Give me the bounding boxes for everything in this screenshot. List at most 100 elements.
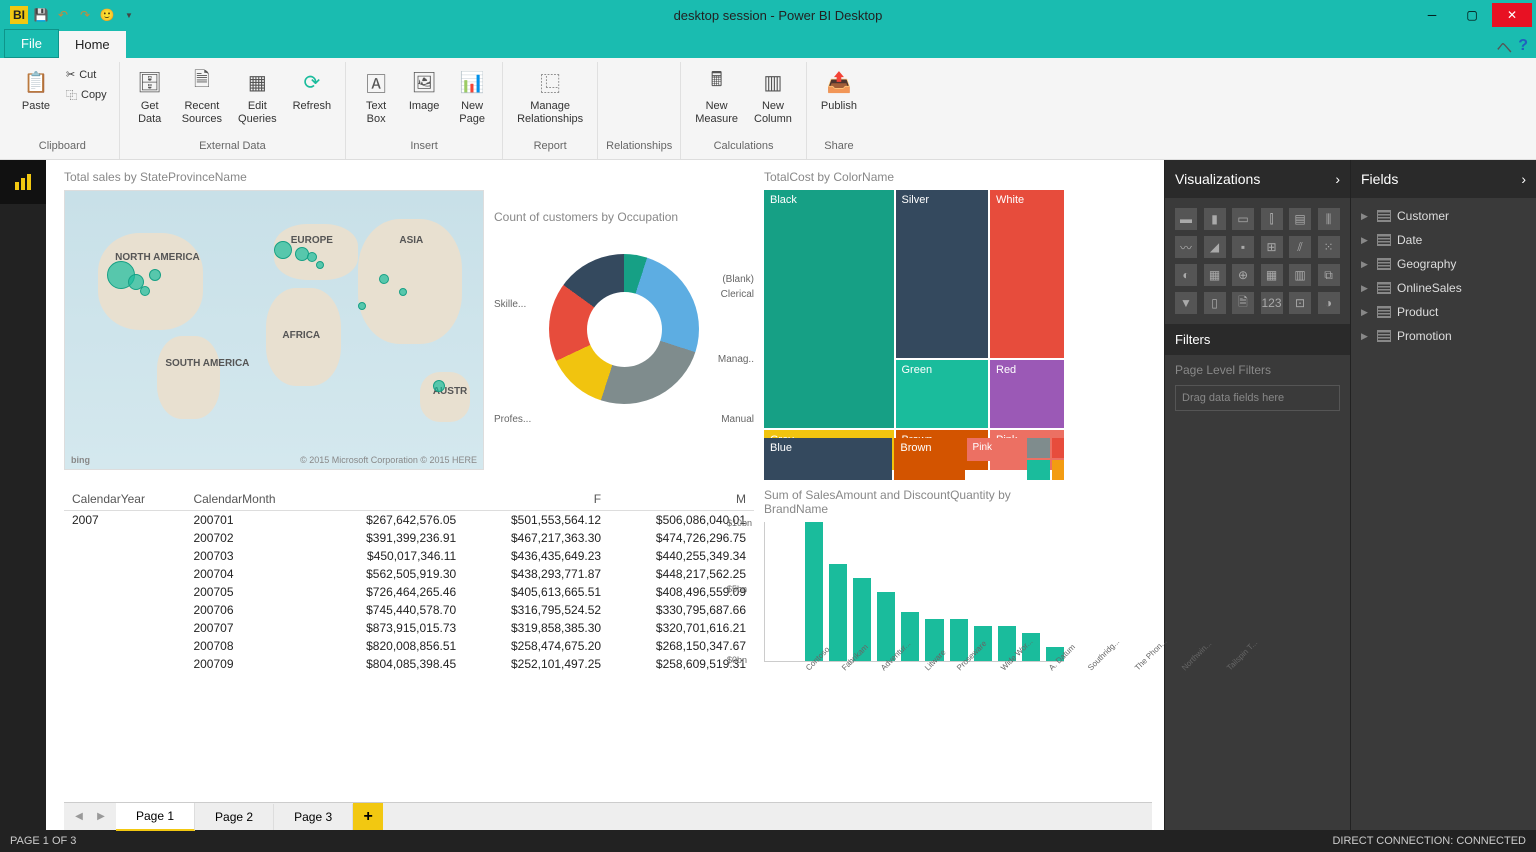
- viz-clustered-column[interactable]: ▮: [1204, 208, 1226, 230]
- filter-drop-zone[interactable]: Drag data fields here: [1175, 385, 1340, 411]
- viz-stacked-column[interactable]: ▭: [1232, 208, 1254, 230]
- report-canvas[interactable]: Total sales by StateProvinceName NORTH A…: [46, 160, 1164, 830]
- col-m[interactable]: M: [609, 488, 754, 511]
- close-button[interactable]: ✕: [1492, 3, 1532, 27]
- table-row[interactable]: 200706$745,440,578.70$316,795,524.52$330…: [64, 601, 754, 619]
- viz-filled-map[interactable]: ▦: [1261, 264, 1283, 286]
- fields-list: ▶Customer▶Date▶Geography▶OnlineSales▶Pro…: [1351, 198, 1536, 354]
- viz-gauge[interactable]: ▯: [1204, 292, 1226, 314]
- qat-dropdown-icon[interactable]: ▼: [120, 6, 138, 24]
- publish-button[interactable]: 📤Publish: [815, 62, 863, 117]
- page-tab-2[interactable]: Page 2: [195, 804, 274, 830]
- viz-stacked-bar[interactable]: ▬: [1175, 208, 1197, 230]
- smiley-icon[interactable]: 🙂: [98, 6, 116, 24]
- viz-line[interactable]: 〰: [1175, 236, 1197, 258]
- minimize-button[interactable]: ─: [1412, 3, 1452, 27]
- treemap-visual: Black Silver White Grey Green Red Brown …: [764, 190, 1064, 470]
- viz-scatter[interactable]: ⁙: [1318, 236, 1340, 258]
- page-tab-3[interactable]: Page 3: [274, 804, 353, 830]
- col-blank[interactable]: [319, 488, 464, 511]
- relationships-icon: ⿺: [534, 66, 566, 98]
- bar-title: Sum of SalesAmount and DiscountQuantity …: [764, 488, 1064, 516]
- viz-clustered-bar[interactable]: ⫿: [1261, 208, 1283, 230]
- page-prev-button[interactable]: ◀: [68, 806, 90, 828]
- bar[interactable]: [805, 522, 823, 661]
- ribbon-group-insert: 🄰Text Box 🖼Image 📊New Page Insert: [346, 62, 503, 159]
- viz-area[interactable]: ◢: [1204, 236, 1226, 258]
- viz-100-stacked-bar[interactable]: ▤: [1289, 208, 1311, 230]
- table-row[interactable]: 200703$450,017,346.11$436,435,649.23$440…: [64, 547, 754, 565]
- redo-icon[interactable]: ↷: [76, 6, 94, 24]
- add-page-button[interactable]: +: [353, 803, 383, 830]
- viz-100-stacked-column[interactable]: ⫼: [1318, 208, 1340, 230]
- treemap-chart[interactable]: TotalCost by ColorName Black Silver Whit…: [764, 170, 1064, 480]
- table-row[interactable]: 200707$873,915,015.73$319,858,385.30$320…: [64, 619, 754, 637]
- viz-multi-card[interactable]: 123: [1261, 292, 1283, 314]
- table-row[interactable]: 200709$804,085,398.45$252,101,497.25$258…: [64, 655, 754, 673]
- recent-sources-button[interactable]: 🗎Recent Sources: [176, 62, 228, 130]
- data-table[interactable]: CalendarYear CalendarMonth F M 200720070…: [64, 488, 754, 698]
- text-box-button[interactable]: 🄰Text Box: [354, 62, 398, 130]
- table-row[interactable]: 200702$391,399,236.91$467,217,363.30$474…: [64, 529, 754, 547]
- edit-queries-button[interactable]: ▦Edit Queries: [232, 62, 283, 130]
- cut-button[interactable]: ✂Cut: [62, 66, 111, 83]
- table-row[interactable]: 200705$726,464,265.46$405,613,665.51$408…: [64, 583, 754, 601]
- file-tab[interactable]: File: [4, 29, 59, 58]
- field-date[interactable]: ▶Date: [1351, 228, 1536, 252]
- viz-pie[interactable]: ◐: [1175, 264, 1197, 286]
- new-column-button[interactable]: ▥New Column: [748, 62, 798, 130]
- title-bar: BI 💾 ↶ ↷ 🙂 ▼ desktop session - Power BI …: [0, 0, 1536, 30]
- manage-relationships-button[interactable]: ⿺Manage Relationships: [511, 62, 589, 130]
- table-row[interactable]: 200708$820,008,856.51$258,474,675.20$268…: [64, 637, 754, 655]
- report-view-button[interactable]: [0, 160, 46, 204]
- table-row[interactable]: 2007200701$267,642,576.05$501,553,564.12…: [64, 511, 754, 530]
- field-customer[interactable]: ▶Customer: [1351, 204, 1536, 228]
- col-f[interactable]: F: [464, 488, 609, 511]
- bar[interactable]: [829, 564, 847, 661]
- col-year[interactable]: CalendarYear: [64, 488, 185, 511]
- page-tab-1[interactable]: Page 1: [116, 803, 195, 831]
- bar-chart[interactable]: Sum of SalesAmount and DiscountQuantity …: [764, 488, 1064, 698]
- get-data-button[interactable]: 🗄Get Data: [128, 62, 172, 130]
- field-geography[interactable]: ▶Geography: [1351, 252, 1536, 276]
- viz-donut[interactable]: ◑: [1318, 292, 1340, 314]
- field-product[interactable]: ▶Product: [1351, 300, 1536, 324]
- viz-funnel[interactable]: ▼: [1175, 292, 1197, 314]
- help-icon[interactable]: ?: [1518, 37, 1528, 55]
- collapse-ribbon-icon[interactable]: ヘ: [1496, 34, 1512, 58]
- viz-map[interactable]: ⊕: [1232, 264, 1254, 286]
- field-promotion[interactable]: ▶Promotion: [1351, 324, 1536, 348]
- new-page-button[interactable]: 📊New Page: [450, 62, 494, 130]
- table-row[interactable]: 200704$562,505,919.30$438,293,771.87$448…: [64, 565, 754, 583]
- page-next-button[interactable]: ▶: [90, 806, 112, 828]
- map-chart[interactable]: Total sales by StateProvinceName NORTH A…: [64, 170, 484, 480]
- visualizations-panel: Visualizations › ▬ ▮ ▭ ⫿ ▤ ⫼ 〰 ◢ ▪ ⊞ ⫽ ⁙ ◐ ▦ ⊕ ▦ ▥ ⧉ ▼ ▯ 🗎 12…: [1164, 160, 1350, 830]
- donut-chart[interactable]: Count of customers by Occupation (Blank)…: [494, 170, 754, 480]
- viz-combo[interactable]: ⊞: [1261, 236, 1283, 258]
- copy-button[interactable]: ⿻Copy: [62, 85, 111, 105]
- refresh-button[interactable]: ⟳Refresh: [287, 62, 338, 117]
- image-button[interactable]: 🖼Image: [402, 62, 446, 117]
- viz-matrix[interactable]: ⧉: [1318, 264, 1340, 286]
- col-month[interactable]: CalendarMonth: [185, 488, 319, 511]
- new-measure-button[interactable]: 🖩New Measure: [689, 62, 744, 130]
- save-icon[interactable]: 💾: [32, 6, 50, 24]
- viz-card[interactable]: 🗎: [1232, 292, 1254, 314]
- table-icon: [1377, 210, 1391, 222]
- filters-header[interactable]: Filters: [1165, 324, 1350, 355]
- maximize-button[interactable]: ▢: [1452, 3, 1492, 27]
- viz-kpi[interactable]: ⊡: [1289, 292, 1311, 314]
- viz-waterfall[interactable]: ⫽: [1289, 236, 1311, 258]
- fields-header[interactable]: Fields ›: [1351, 160, 1536, 198]
- table-icon: [1377, 330, 1391, 342]
- visualizations-header[interactable]: Visualizations ›: [1165, 160, 1350, 198]
- home-tab[interactable]: Home: [59, 31, 126, 58]
- table-icon: [1377, 234, 1391, 246]
- page-indicator: PAGE 1 OF 3: [10, 835, 76, 847]
- viz-table[interactable]: ▥: [1289, 264, 1311, 286]
- viz-treemap[interactable]: ▦: [1204, 264, 1226, 286]
- paste-button[interactable]: 📋 Paste: [14, 62, 58, 117]
- field-onlinesales[interactable]: ▶OnlineSales: [1351, 276, 1536, 300]
- viz-stacked-area[interactable]: ▪: [1232, 236, 1254, 258]
- undo-icon[interactable]: ↶: [54, 6, 72, 24]
